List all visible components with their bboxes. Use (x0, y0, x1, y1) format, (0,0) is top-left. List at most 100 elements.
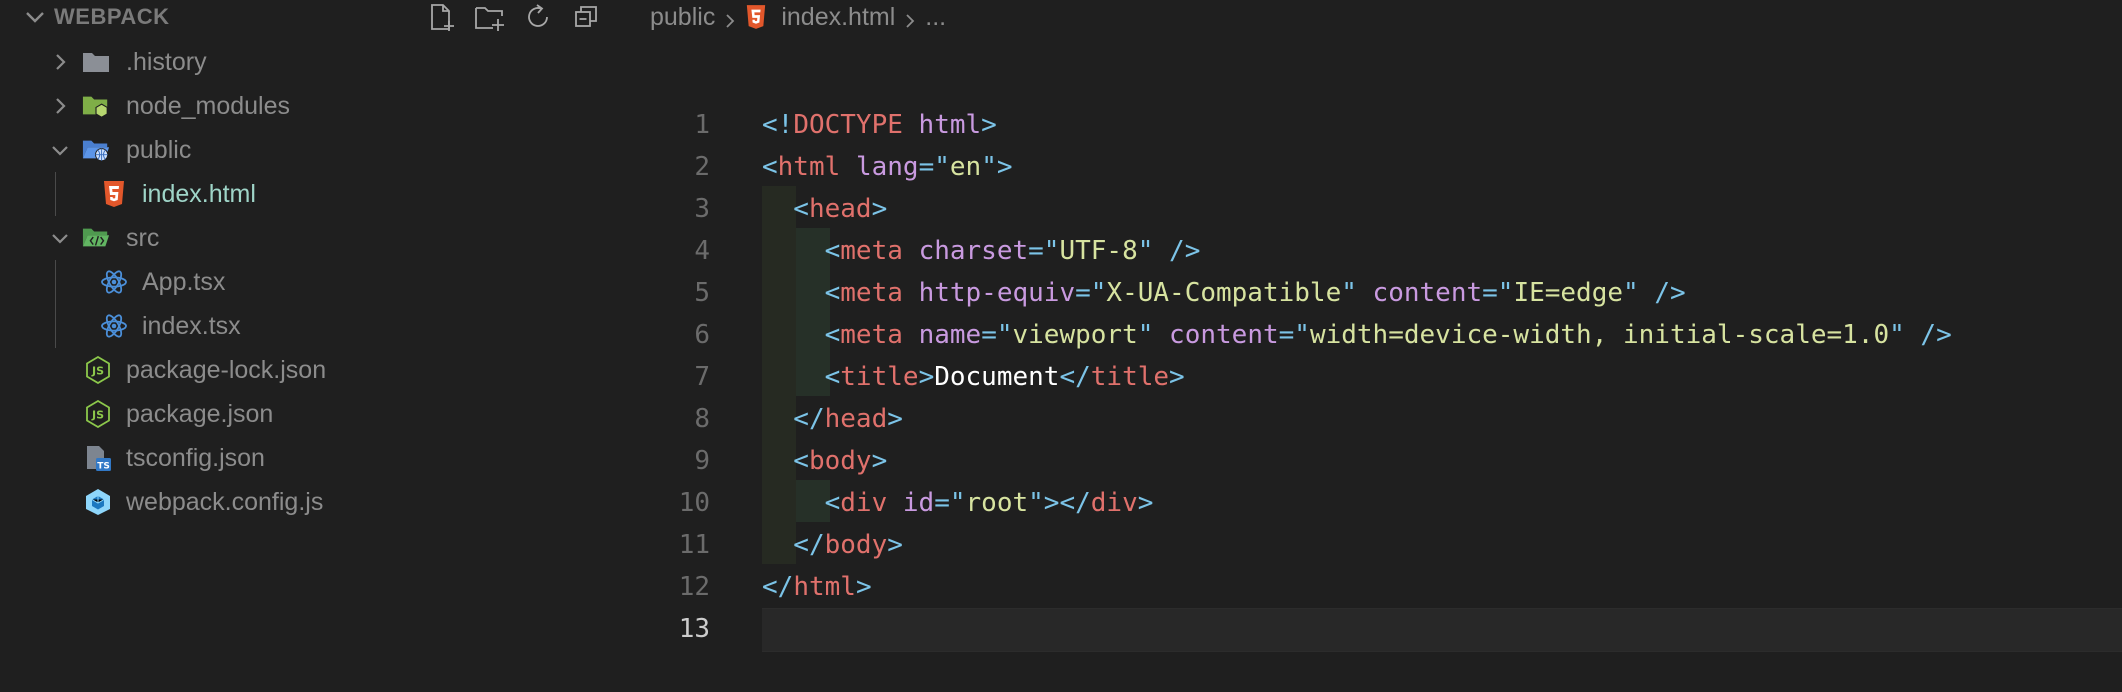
code-token: content (1169, 320, 1279, 350)
tree-item-package-lock-json[interactable]: JS package-lock.json (0, 348, 630, 392)
code-token: meta (840, 278, 903, 308)
code-token: > (981, 110, 997, 140)
react-icon (100, 268, 128, 296)
code-line[interactable]: <meta name="viewport" content="width=dev… (762, 314, 1952, 356)
code-token: > (1169, 362, 1185, 392)
code-token: body (824, 530, 888, 560)
line-number: 8 (694, 404, 710, 434)
tree-item-label: src (126, 224, 160, 252)
line-number: 2 (694, 152, 710, 182)
code-editor[interactable]: 1 2 3 4 5 6 7 8 9 10 11 12 13 <!DOCTYPE html> <html l… (630, 0, 2122, 692)
code-token: > (1137, 488, 1154, 518)
code-token: =" (981, 320, 1013, 350)
tree-item-index-html[interactable]: index.html (0, 172, 630, 216)
tree-item-index-tsx[interactable]: index.tsx (0, 304, 630, 348)
code-line[interactable]: <div id="root"></div> (762, 482, 1154, 524)
indent-guide (55, 172, 56, 216)
tree-item-label: index.tsx (142, 312, 241, 340)
folder-icon (82, 48, 110, 76)
tree-item-node-modules[interactable]: node_modules (0, 84, 630, 128)
tree-item-label: webpack.config.js (126, 488, 324, 516)
nodejs-icon: JS (84, 400, 112, 428)
line-number: 11 (678, 530, 710, 560)
vscode-window: WEBPACK .history node_modules public ind… (0, 0, 2122, 692)
tree-item-webpack-config-js[interactable]: webpack.config.js (0, 480, 630, 524)
tree-item-public[interactable]: public (0, 128, 630, 172)
indent-guide (55, 260, 56, 348)
react-icon (100, 312, 128, 340)
code-token: < (762, 236, 841, 266)
code-token: body (808, 446, 872, 476)
code-token: </ (762, 572, 794, 602)
code-token: > (871, 194, 888, 224)
code-token: UTF-8 (1059, 236, 1138, 266)
tree-item-package-json[interactable]: JS package.json (0, 392, 630, 436)
tree-item-label: public (126, 136, 192, 164)
code-token: X-UA-Compatible (1106, 278, 1342, 308)
tree-item-label: App.tsx (142, 268, 226, 296)
code-token: < (762, 194, 809, 224)
chevron-down-icon[interactable] (48, 226, 72, 250)
code-token: =" (1075, 278, 1107, 308)
code-line[interactable]: <html lang="en"> (762, 146, 1013, 188)
public-folder-icon (82, 136, 110, 164)
code-token: title (840, 362, 919, 392)
code-token: en (949, 152, 982, 182)
code-token: DOCTYPE (793, 110, 903, 140)
code-line[interactable]: <!DOCTYPE html> (762, 104, 997, 146)
code-token: "></ (1028, 488, 1091, 518)
code-token: name (918, 320, 982, 350)
html5-icon (100, 180, 128, 208)
tree-item-label: package-lock.json (126, 356, 327, 384)
code-line[interactable]: <meta http-equiv="X-UA-Compatible" conte… (762, 272, 1686, 314)
code-line[interactable]: </body> (762, 524, 903, 566)
code-token: div (1090, 488, 1138, 518)
new-folder-icon[interactable] (472, 0, 508, 34)
code-token: div (840, 488, 888, 518)
code-line[interactable]: <body> (762, 440, 887, 482)
code-token: " /> (1137, 236, 1201, 266)
code-token: </ (762, 404, 825, 434)
svg-text:JS: JS (91, 409, 104, 422)
new-file-icon[interactable] (424, 0, 460, 34)
node-folder-icon (82, 92, 110, 120)
tree-item-app-tsx[interactable]: App.tsx (0, 260, 630, 304)
line-number: 13 (678, 614, 710, 644)
chevron-down-icon[interactable] (22, 4, 48, 30)
current-line-highlight (762, 608, 2122, 652)
code-token: > (855, 572, 872, 602)
code-token: </ (762, 530, 825, 560)
code-token: =" (934, 488, 966, 518)
line-number: 9 (694, 446, 710, 476)
nodejs-icon: JS (84, 356, 112, 384)
code-token: " /> (1623, 278, 1686, 308)
code-line[interactable]: </head> (762, 398, 903, 440)
chevron-right-icon[interactable] (48, 50, 72, 74)
code-token: html (777, 152, 841, 182)
tree-item-label: package.json (126, 400, 274, 428)
code-token: viewport (1012, 320, 1138, 350)
code-token: =" (1278, 320, 1310, 350)
code-line[interactable]: <meta charset="UTF-8" /> (762, 230, 1201, 272)
tree-item-history[interactable]: .history (0, 40, 630, 84)
code-token: charset (918, 236, 1029, 266)
tree-item-tsconfig-json[interactable]: TS tsconfig.json (0, 436, 630, 480)
code-token: Document (934, 362, 1060, 392)
svg-text:TS: TS (97, 462, 110, 472)
code-token: =" (1482, 278, 1514, 308)
chevron-right-icon[interactable] (48, 94, 72, 118)
code-token: " /> (1889, 320, 1952, 350)
line-number: 7 (694, 362, 710, 392)
code-line[interactable]: <head> (762, 188, 887, 230)
tree-item-src[interactable]: src (0, 216, 630, 260)
code-line[interactable]: <title>Document</title> (762, 356, 1185, 398)
code-token: lang (855, 152, 919, 182)
line-number: 12 (678, 572, 710, 602)
chevron-down-icon[interactable] (48, 138, 72, 162)
refresh-icon[interactable] (520, 0, 556, 34)
collapse-all-icon[interactable] (568, 0, 604, 34)
code-token: html (793, 572, 856, 602)
code-line[interactable]: </html> (762, 566, 872, 608)
